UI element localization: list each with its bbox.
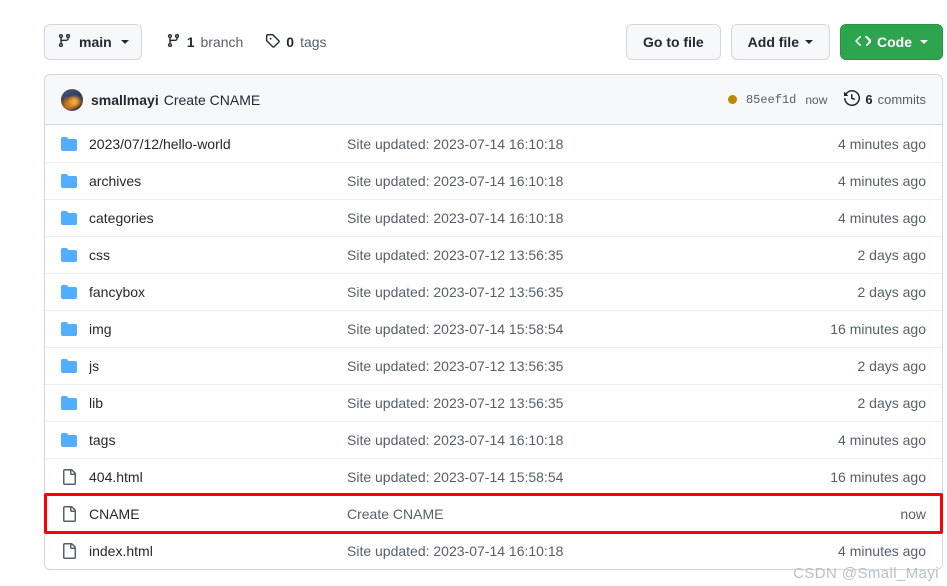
file-commit-time: now bbox=[900, 506, 926, 522]
file-name-link[interactable]: 404.html bbox=[89, 469, 347, 485]
file-commit-time: 2 days ago bbox=[857, 284, 927, 300]
file-commit-time: 16 minutes ago bbox=[830, 321, 926, 337]
file-name-link[interactable]: index.html bbox=[89, 543, 347, 559]
code-button[interactable]: Code bbox=[840, 24, 943, 60]
file-commit-message[interactable]: Site updated: 2023-07-14 16:10:18 bbox=[347, 543, 810, 559]
commit-sha-link[interactable]: 85eef1d bbox=[746, 93, 796, 107]
file-commit-message[interactable]: Site updated: 2023-07-14 16:10:18 bbox=[347, 432, 810, 448]
commit-relative-time: now bbox=[805, 92, 828, 107]
folder-icon bbox=[61, 284, 89, 300]
go-to-file-label: Go to file bbox=[642, 34, 704, 50]
repo-meta-stats: 1 branch 0 tags bbox=[166, 33, 327, 51]
code-brackets-icon bbox=[855, 33, 872, 52]
watermark-text: CSDN @Small_Mayi bbox=[793, 565, 939, 582]
table-row: CNAME Create CNAME now bbox=[45, 495, 942, 532]
file-commit-message[interactable]: Site updated: 2023-07-14 16:10:18 bbox=[347, 173, 810, 189]
file-commit-message[interactable]: Site updated: 2023-07-12 13:56:35 bbox=[347, 247, 810, 263]
tags-label: tags bbox=[300, 34, 327, 50]
folder-icon bbox=[61, 173, 89, 189]
folder-icon bbox=[61, 247, 89, 263]
file-name-link[interactable]: css bbox=[89, 247, 347, 263]
file-icon bbox=[61, 469, 89, 485]
file-commit-time: 4 minutes ago bbox=[838, 135, 926, 152]
latest-commit-bar: smallmayi Create CNAME 85eef1d now 6 com… bbox=[45, 75, 942, 125]
file-commit-time: 4 minutes ago bbox=[838, 173, 926, 189]
tags-count: 0 bbox=[286, 34, 295, 50]
avatar[interactable] bbox=[61, 88, 83, 111]
folder-icon bbox=[61, 432, 89, 448]
table-row: 2023/07/12/hello-world Site updated: 2023… bbox=[45, 125, 942, 162]
file-icon bbox=[61, 506, 89, 522]
go-to-file-button[interactable]: Go to file bbox=[625, 24, 721, 60]
history-clock-icon bbox=[844, 89, 861, 109]
file-commit-time: 16 minutes ago bbox=[830, 469, 926, 485]
tags-count-link[interactable]: 0 tags bbox=[265, 33, 327, 51]
chevron-down-icon bbox=[120, 40, 129, 44]
table-row: fancybox Site updated: 2023-07-12 13:56:3… bbox=[45, 273, 942, 310]
folder-icon bbox=[61, 136, 89, 152]
file-icon bbox=[61, 543, 89, 559]
commit-author-link[interactable]: smallmayi bbox=[91, 92, 159, 108]
table-row: categories Site updated: 2023-07-14 16:10… bbox=[45, 199, 942, 236]
file-commit-time: 2 days ago bbox=[857, 395, 927, 411]
code-button-label: Code bbox=[877, 34, 912, 50]
file-rows: 2023/07/12/hello-world Site updated: 2023… bbox=[45, 125, 942, 569]
commits-count-link[interactable]: 6 commits bbox=[844, 89, 926, 109]
commit-meta: 85eef1d now 6 commits bbox=[727, 89, 926, 109]
chevron-down-icon bbox=[805, 40, 813, 44]
add-file-label: Add file bbox=[747, 34, 799, 50]
branches-count-link[interactable]: 1 branch bbox=[166, 33, 244, 51]
file-name-link[interactable]: fancybox bbox=[89, 284, 347, 300]
add-file-button[interactable]: Add file bbox=[730, 24, 830, 60]
table-row: tags Site updated: 2023-07-14 16:10:18 4 m… bbox=[45, 421, 942, 458]
file-commit-message[interactable]: Site updated: 2023-07-12 13:56:35 bbox=[347, 395, 810, 411]
file-commit-message[interactable]: Site updated: 2023-07-12 13:56:35 bbox=[347, 284, 810, 300]
file-commit-message[interactable]: Create CNAME bbox=[347, 506, 810, 522]
repo-toolbar: main 1 branch 0 tags Go to file Add file… bbox=[44, 22, 943, 62]
table-row: index.html Site updated: 2023-07-14 16:10… bbox=[45, 532, 942, 569]
commits-count-label: commits bbox=[877, 92, 926, 107]
folder-icon bbox=[61, 210, 89, 226]
branches-count: 1 bbox=[186, 34, 195, 50]
file-name-link[interactable]: archives bbox=[89, 173, 347, 189]
file-name-link[interactable]: lib bbox=[89, 395, 347, 411]
file-commit-time: 4 minutes ago bbox=[838, 543, 926, 559]
folder-icon bbox=[61, 321, 89, 337]
branch-selector-label: main bbox=[79, 34, 112, 50]
file-commit-message[interactable]: Site updated: 2023-07-12 13:56:35 bbox=[347, 358, 810, 374]
branch-selector-button[interactable]: main bbox=[44, 24, 142, 60]
file-name-link[interactable]: js bbox=[89, 358, 347, 374]
build-status-dot-icon[interactable] bbox=[727, 95, 737, 104]
folder-icon bbox=[61, 395, 89, 411]
table-row: 404.html Site updated: 2023-07-14 15:58:5… bbox=[45, 458, 942, 495]
file-commit-message[interactable]: Site updated: 2023-07-14 16:10:18 bbox=[347, 136, 810, 152]
repository-file-browser: main 1 branch 0 tags Go to file Add file… bbox=[0, 0, 947, 586]
file-commit-message[interactable]: Site updated: 2023-07-14 16:10:18 bbox=[347, 210, 810, 226]
tag-icon bbox=[265, 33, 281, 51]
branch-icon bbox=[57, 33, 72, 51]
table-row: archives Site updated: 2023-07-14 16:10:1… bbox=[45, 162, 942, 199]
chevron-down-icon bbox=[920, 40, 928, 44]
file-commit-time: 2 days ago bbox=[857, 358, 927, 374]
file-name-link[interactable]: categories bbox=[89, 210, 347, 226]
table-row: lib Site updated: 2023-07-12 13:56:35 2 da… bbox=[45, 384, 942, 421]
file-commit-message[interactable]: Site updated: 2023-07-14 15:58:54 bbox=[347, 321, 810, 337]
table-row: js Site updated: 2023-07-12 13:56:35 2 day… bbox=[45, 347, 942, 384]
file-commit-time: 4 minutes ago bbox=[838, 432, 926, 448]
table-row: img Site updated: 2023-07-14 15:58:54 16 m… bbox=[45, 310, 942, 347]
commits-count-value: 6 bbox=[865, 92, 873, 107]
file-commit-time: 4 minutes ago bbox=[838, 210, 926, 226]
file-name-link[interactable]: 2023/07/12/hello-world bbox=[89, 136, 347, 152]
folder-icon bbox=[61, 358, 89, 374]
table-row: css Site updated: 2023-07-12 13:56:35 2 da… bbox=[45, 236, 942, 273]
file-commit-time: 2 days ago bbox=[857, 247, 927, 263]
file-name-link[interactable]: CNAME bbox=[89, 506, 347, 522]
file-commit-message[interactable]: Site updated: 2023-07-14 15:58:54 bbox=[347, 469, 810, 485]
branch-icon bbox=[166, 33, 181, 51]
file-list-container: smallmayi Create CNAME 85eef1d now 6 com… bbox=[44, 74, 943, 570]
file-name-link[interactable]: img bbox=[89, 321, 347, 337]
file-name-link[interactable]: tags bbox=[89, 432, 347, 448]
branches-label: branch bbox=[200, 34, 244, 50]
commit-message-link[interactable]: Create CNAME bbox=[164, 92, 260, 108]
